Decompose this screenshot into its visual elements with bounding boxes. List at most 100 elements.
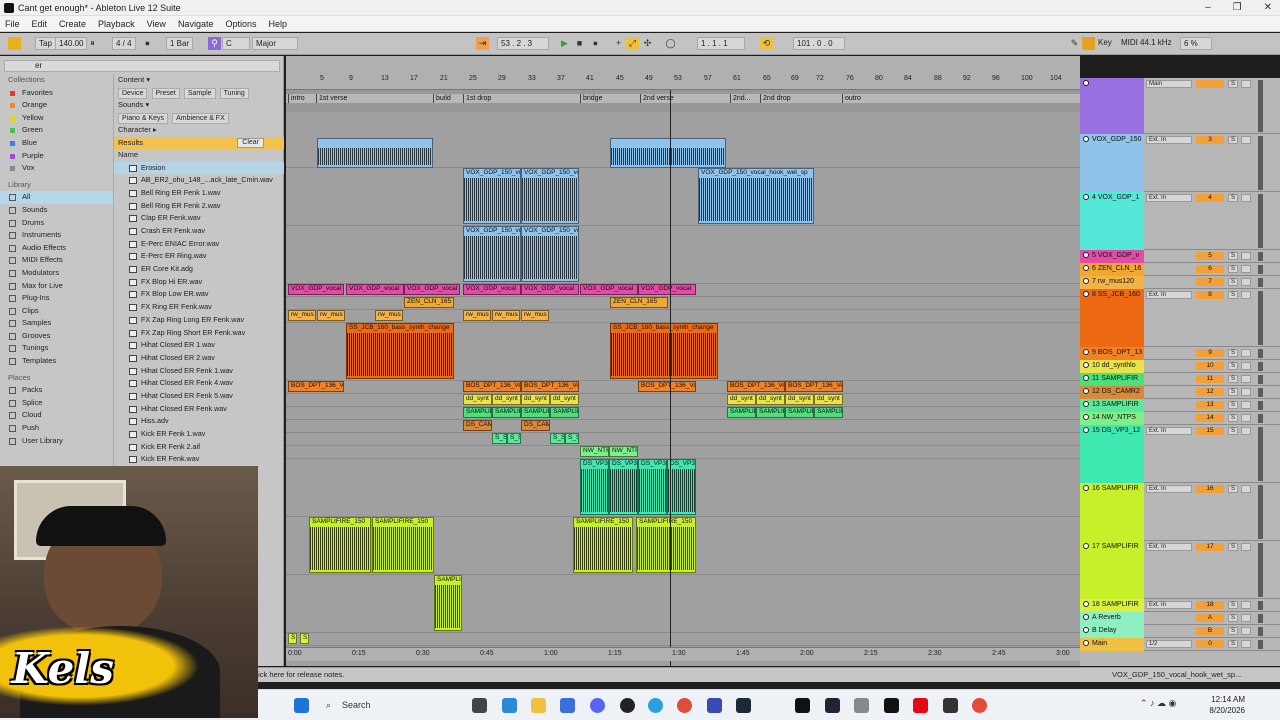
track-fold-icon[interactable] [1083,401,1089,407]
track-fold-icon[interactable] [1083,252,1089,258]
track-activator[interactable]: 9 [1196,349,1224,357]
netflix-icon[interactable] [913,698,928,713]
track-name[interactable]: 4 VOX_GDP_1 [1080,192,1144,250]
track-name[interactable]: 16 SAMPLIFIR [1080,483,1144,541]
input-routing-select[interactable]: Ext. In [1146,485,1192,493]
audio-clip[interactable]: VOX_GDP_150_vo [463,168,521,224]
track-activator[interactable]: 18 [1196,601,1224,609]
track-fold-icon[interactable] [1083,136,1089,142]
audio-clip[interactable]: VOX_GDP_150_vocal_hook_wet_sp [698,168,814,224]
arm-button[interactable] [1241,388,1251,396]
steam-icon[interactable] [736,698,751,713]
track-header[interactable]: 7 rw_mus120 7 S [1080,276,1280,289]
browser-toggle-icon[interactable] [8,37,21,50]
release-notes-link[interactable]: Click here for release notes. [251,668,344,682]
track-activator[interactable]: 6 [1196,265,1224,273]
audio-clip[interactable]: rw_mus [375,310,403,321]
audio-clip[interactable]: BOS_DPT_136_Vo [521,381,579,392]
audio-clip[interactable]: VOX_GDP_vocal [521,284,579,295]
menu-options[interactable]: Options [225,19,256,29]
audio-clip[interactable]: dd_synt [814,394,843,405]
track-activator[interactable]: 0 [1196,640,1224,648]
collection-purple[interactable]: Purple [0,150,113,163]
track-header[interactable]: 11 SAMPLIFIR 11 S [1080,373,1280,386]
input-routing-select[interactable]: Main [1146,80,1192,88]
audio-clip[interactable]: BOS_DPT_136_Vo [785,381,843,392]
track-header[interactable]: 8 SS_JCB_160 Ext. In 8 S [1080,289,1280,347]
audio-clip[interactable]: VOX_GDP_vocal [404,284,460,295]
track-header[interactable]: 10 dd_synthlo 10 S [1080,360,1280,373]
file-list-item[interactable]: FX Zap Ring Short ER Fenk.wav [114,327,284,340]
track-name[interactable]: VOX_GDP_150 [1080,134,1144,192]
track-lane[interactable] [286,310,1080,323]
locator-2nd-drop[interactable]: 2nd drop [760,94,850,103]
scale-mode-icon[interactable]: ⚲ [208,37,221,50]
locator-intro[interactable]: intro [288,94,318,103]
audio-clip[interactable]: rw_mus [288,310,316,321]
track-activator[interactable]: 15 [1196,427,1224,435]
menu-help[interactable]: Help [269,19,288,29]
locator-bar[interactable]: intro 1st verse build 1st drop bridge 2nd ver… [286,94,1080,103]
library-item-audio-effects[interactable]: Audio Effects [0,242,113,255]
track-activator[interactable]: 8 [1196,291,1224,299]
library-item-clips[interactable]: Clips [0,305,113,318]
arm-button[interactable] [1241,627,1251,635]
track-fold-icon[interactable] [1083,414,1089,420]
key-map-icon[interactable] [1082,37,1095,50]
track-name[interactable]: 10 dd_synthlo [1080,360,1144,373]
system-tray[interactable]: ⌃ ♪ ☁ ◉ [1140,698,1176,709]
audio-clip[interactable]: BOS_DPT_136_Vo [463,381,521,392]
input-routing-select[interactable]: Ext. In [1146,136,1192,144]
track-fold-icon[interactable] [1083,614,1089,620]
track-activator[interactable]: 10 [1196,362,1224,370]
solo-button[interactable]: S [1228,291,1238,299]
audio-clip[interactable]: S [300,633,309,644]
solo-button[interactable]: S [1228,543,1238,551]
track-activator[interactable]: 12 [1196,388,1224,396]
input-routing-select[interactable]: Ext. In [1146,427,1192,435]
track-header[interactable]: 12 DS_CAMR2 12 S [1080,386,1280,399]
track-lane[interactable] [286,420,1080,433]
loop-length-field[interactable]: 101 . 0 . 0 [793,37,845,50]
file-list-item[interactable]: AB_ER2_ohu_148_...ack_late_Cmin.wav [114,174,284,187]
audio-clip[interactable]: dd_synt [756,394,785,405]
track-name[interactable]: 14 NW_NTPS [1080,412,1144,425]
sounds-filter[interactable]: Sounds ▾ [114,99,284,112]
track-header[interactable]: 16 SAMPLIFIR Ext. In 16 S [1080,483,1280,541]
track-fold-icon[interactable] [1083,427,1089,433]
track-activator[interactable] [1196,80,1224,88]
track-name[interactable]: 18 SAMPLIFIR [1080,599,1144,612]
content-filter[interactable]: Content ▾ [114,74,284,87]
audio-clip[interactable]: DS_VP3 [638,459,667,515]
menu-file[interactable]: File [5,19,20,29]
track-activator[interactable]: 4 [1196,194,1224,202]
collection-yellow[interactable]: Yellow [0,112,113,125]
collection-green[interactable]: Green [0,124,113,137]
audio-clip[interactable]: SAMPLIFIRE_150 [309,517,371,573]
library-item-samples[interactable]: Samples [0,317,113,330]
track-fold-icon[interactable] [1083,601,1089,607]
track-header[interactable]: VOX_GDP_150 Ext. In 3 S [1080,134,1280,192]
audio-clip[interactable]: SAMPLIFIRE_150 [372,517,434,573]
track-activator[interactable]: 11 [1196,375,1224,383]
windows-start-icon[interactable] [294,698,309,713]
track-name[interactable]: 5 VOX_GDP_v [1080,250,1144,263]
collection-vox[interactable]: Vox [0,162,113,175]
audio-clip[interactable]: NW_NTF [609,446,638,457]
solo-button[interactable]: S [1228,414,1238,422]
track-fold-icon[interactable] [1083,362,1089,368]
arm-button[interactable] [1241,265,1251,273]
audio-clip[interactable]: S [288,633,297,644]
solo-button[interactable]: S [1228,80,1238,88]
audio-clip[interactable]: VOX_GDP_vocal [346,284,404,295]
chrome-profile-icon[interactable] [972,698,987,713]
arm-button[interactable] [1241,375,1251,383]
audio-clip[interactable]: SAMPLIF [550,407,579,418]
capcut-icon[interactable] [884,698,899,713]
track-header[interactable]: 6 ZEN_CLN_16 6 S [1080,263,1280,276]
scale-select[interactable]: Major [252,37,298,50]
track-fold-icon[interactable] [1083,349,1089,355]
collection-orange[interactable]: Orange [0,99,113,112]
solo-button[interactable]: S [1228,485,1238,493]
file-list-item[interactable]: Bell Ring ER Fenk 2.wav [114,200,284,213]
